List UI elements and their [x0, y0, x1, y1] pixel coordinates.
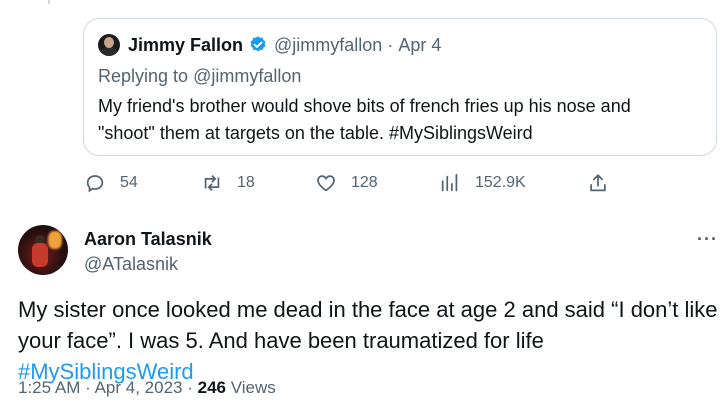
retweet-icon	[204, 175, 220, 191]
meta-separator-2: ·	[187, 378, 193, 397]
tweet-text-line-1: My sister once looked me dead in the fac…	[18, 297, 718, 322]
share-button[interactable]	[587, 172, 609, 194]
tweet-metadata: 1:25 AM · Apr 4, 2023 · 246 Views	[18, 378, 276, 398]
author-handle[interactable]: @ATalasnik	[84, 254, 178, 275]
retweet-button[interactable]: 18	[201, 172, 255, 194]
reply-count: 54	[120, 174, 138, 191]
quoted-author-avatar[interactable]	[98, 34, 120, 56]
like-button[interactable]: 128	[315, 172, 378, 194]
retweet-count: 18	[237, 174, 255, 191]
quoted-author-handle[interactable]: @jimmyfallon	[274, 35, 382, 56]
quoted-tweet-text: My friend's brother would shove bits of …	[98, 93, 702, 147]
tweet-action-bar: 54 18 128 152.9K	[84, 172, 614, 198]
like-count: 128	[351, 174, 378, 191]
views-button[interactable]: 152.9K	[439, 172, 526, 194]
views-count: 246	[197, 378, 226, 397]
author-avatar[interactable]	[18, 225, 68, 275]
tweet-author-row: Aaron Talasnik @ATalasnik ···	[18, 223, 718, 283]
author-name[interactable]: Aaron Talasnik	[84, 229, 212, 250]
quoted-text-line-1: My friend's brother would shove bits of …	[98, 96, 631, 116]
analytics-icon	[441, 173, 458, 192]
views-label: Views	[230, 378, 276, 397]
quoted-tweet-card[interactable]: Jimmy Fallon @jimmyfallon · Apr 4 Replyi…	[83, 18, 717, 156]
quoted-text-line-2: "shoot" them at targets on the table. #M…	[98, 123, 533, 143]
verified-badge-icon	[248, 35, 268, 55]
reply-button[interactable]: 54	[84, 172, 138, 194]
share-icon	[590, 174, 606, 192]
quoted-tweet-date[interactable]: Apr 4	[398, 35, 441, 56]
replying-to-mention[interactable]: @jimmyfallon	[193, 66, 301, 86]
heart-icon	[317, 175, 335, 192]
separator-dot: ·	[387, 34, 394, 55]
replying-prefix: Replying to	[98, 66, 189, 86]
tweet-text: My sister once looked me dead in the fac…	[18, 294, 718, 387]
meta-separator-1: ·	[85, 378, 91, 397]
thread-connector-line	[48, 0, 50, 4]
tweet-text-line-2-plain: your face”. I was 5. And have been traum…	[18, 328, 544, 353]
more-options-icon[interactable]: ···	[697, 229, 718, 250]
reply-icon	[86, 175, 104, 193]
tweet-date[interactable]: Apr 4, 2023	[95, 378, 183, 397]
quoted-author-name[interactable]: Jimmy Fallon	[128, 35, 243, 56]
replying-to-line: Replying to @jimmyfallon	[98, 66, 702, 87]
tweet-time[interactable]: 1:25 AM	[18, 378, 80, 397]
quoted-tweet-header: Jimmy Fallon @jimmyfallon · Apr 4	[98, 33, 702, 57]
views-count-action: 152.9K	[475, 174, 526, 191]
